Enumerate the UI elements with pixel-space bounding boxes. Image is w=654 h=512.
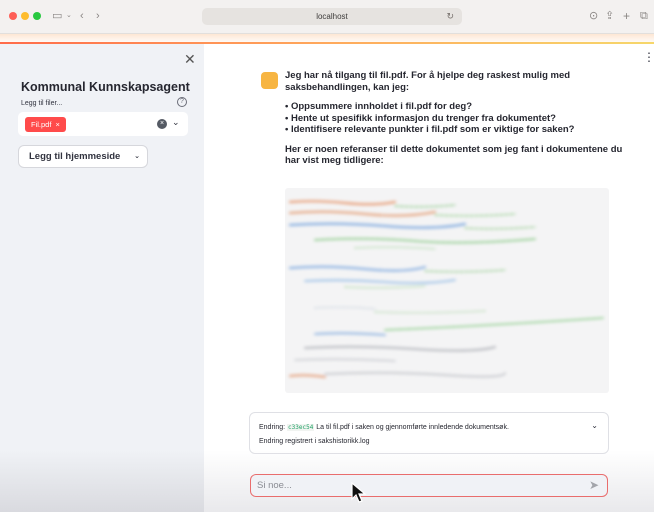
maximize-window-button[interactable]	[33, 12, 41, 20]
assistant-message: Jeg har nå tilgang til fil.pdf. For å hj…	[285, 70, 630, 167]
message-intro: Jeg har nå tilgang til fil.pdf. For å hj…	[285, 70, 571, 93]
forward-icon[interactable]: ›	[96, 7, 100, 25]
change-label: Endring:	[259, 424, 286, 431]
change-log-box[interactable]: Endring: c33ec54 La til fil.pdf i saken …	[249, 412, 609, 454]
help-icon[interactable]: ?	[177, 97, 187, 107]
commit-hash: c33ec54	[287, 424, 315, 431]
sidebar-bottom-fade	[0, 450, 204, 512]
new-tab-icon[interactable]: +	[623, 7, 630, 25]
add-homepage-button[interactable]: Legg til hjemmeside ⌄	[18, 145, 148, 168]
send-icon[interactable]: ➤	[589, 478, 599, 492]
chevron-down-icon[interactable]: ⌄	[172, 117, 180, 128]
blurred-document-image	[288, 200, 604, 378]
file-upload-label: Legg til filer...	[21, 100, 63, 107]
chat-input[interactable]	[250, 474, 608, 497]
change-description: La til fil.pdf i saken og gjennomførte i…	[316, 424, 509, 431]
address-bar[interactable]: localhost ↻	[202, 8, 462, 25]
option-list: Oppsummere innholdet i fil.pdf for deg? …	[285, 101, 630, 136]
browser-toolbar: ▭ ⌄ ‹ › localhost ↻ ⊙ ⇪ + ⧉	[0, 0, 654, 34]
remove-file-icon[interactable]: ×	[55, 120, 59, 129]
assistant-avatar	[261, 72, 278, 89]
more-menu-icon[interactable]: ⋮	[643, 50, 654, 64]
blurred-document-preview	[285, 188, 609, 393]
add-homepage-label: Legg til hjemmeside	[29, 151, 121, 162]
app-title: Kommunal Kunnskapsagent	[21, 80, 190, 94]
url-text: localhost	[316, 12, 348, 21]
file-multiselect[interactable]: Fil.pdf × × ⌄	[18, 112, 188, 136]
mouse-cursor-icon	[351, 482, 367, 503]
close-window-button[interactable]	[9, 12, 17, 20]
chevron-down-icon[interactable]: ⌄	[591, 421, 598, 430]
share-icon[interactable]: ⇪	[605, 7, 614, 25]
change-registered-text: Endring registrert i sakshistorikk.log	[259, 438, 370, 445]
sidebar-toggle-icon[interactable]: ▭	[52, 7, 62, 25]
download-icon[interactable]: ⊙	[589, 7, 598, 25]
references-intro: Her er noen referanser til dette dokumen…	[285, 143, 623, 167]
list-item: Identifisere relevante punkter i fil.pdf…	[285, 124, 630, 136]
clear-selection-icon[interactable]: ×	[157, 119, 167, 129]
change-log-summary: Endring: c33ec54 La til fil.pdf i saken …	[259, 424, 509, 431]
reload-icon[interactable]: ↻	[446, 8, 454, 25]
main-content: ⋮ Jeg har nå tilgang til fil.pdf. For å …	[204, 44, 654, 512]
list-item: Hente ut spesifikk informasjon du trenge…	[285, 113, 630, 125]
close-sidebar-icon[interactable]: ✕	[184, 51, 196, 68]
minimize-window-button[interactable]	[21, 12, 29, 20]
list-item: Oppsummere innholdet i fil.pdf for deg?	[285, 101, 630, 113]
file-chip-label: Fil.pdf	[31, 120, 52, 129]
file-chip[interactable]: Fil.pdf ×	[25, 117, 66, 132]
back-icon[interactable]: ‹	[80, 7, 84, 25]
chevron-down-icon: ⌄	[134, 153, 140, 160]
chevron-down-icon[interactable]: ⌄	[66, 7, 72, 25]
tabs-overview-icon[interactable]: ⧉	[640, 7, 648, 25]
